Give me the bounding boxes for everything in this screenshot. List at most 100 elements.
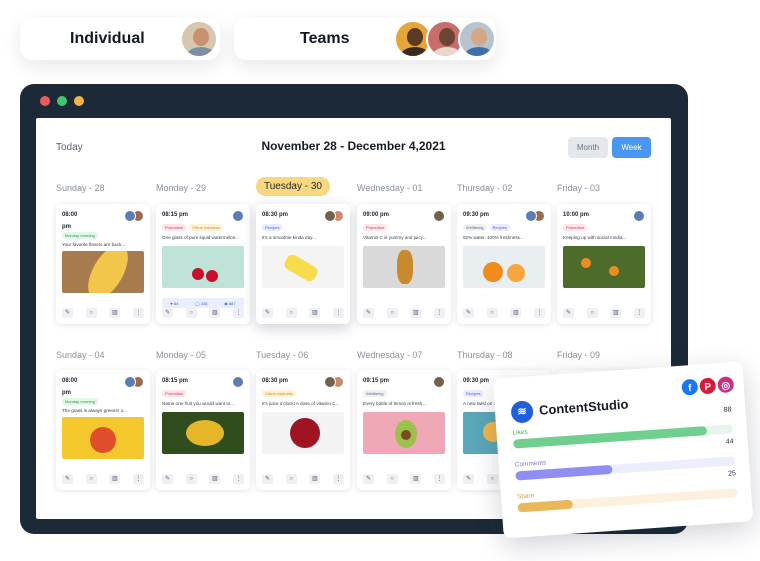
post-tag[interactable]: Citrus madness: [189, 224, 224, 231]
day-header[interactable]: Thursday - 02: [457, 183, 513, 193]
post-tag[interactable]: Wellbeing: [463, 224, 487, 231]
post-card[interactable]: 08:00 pm Monday morning The grass is always…: [56, 370, 150, 490]
day-header[interactable]: Tuesday - 30: [256, 177, 330, 196]
edit-icon[interactable]: ✎: [463, 474, 474, 484]
day-header[interactable]: Friday - 09: [557, 350, 600, 360]
comment-icon[interactable]: ○: [185, 308, 197, 318]
day-header[interactable]: Sunday - 04: [56, 350, 105, 360]
comment-icon[interactable]: ○: [85, 308, 97, 318]
delete-icon[interactable]: ▥: [610, 308, 622, 318]
post-time: 09:15 pm: [363, 378, 390, 384]
day-header[interactable]: Wednesday - 07: [357, 350, 422, 360]
more-icon[interactable]: ⋮: [132, 474, 144, 484]
account-avatar-icon: [433, 376, 445, 388]
post-card[interactable]: 08:00 pm Monday morning Your favorite flavo…: [56, 204, 150, 324]
post-card[interactable]: 10:00 pm Promotion Keeping up with social …: [557, 204, 651, 324]
edit-icon[interactable]: ✎: [363, 474, 374, 484]
comment-icon[interactable]: ○: [285, 308, 297, 318]
post-image: [162, 246, 244, 288]
post-tag[interactable]: Recipes: [489, 224, 510, 231]
post-tag[interactable]: Monday morning: [62, 398, 98, 405]
maximize-dot[interactable]: [74, 96, 84, 106]
comment-icon[interactable]: ○: [386, 474, 398, 484]
more-icon[interactable]: ⋮: [433, 474, 445, 484]
minimize-dot[interactable]: [57, 96, 67, 106]
more-icon[interactable]: ⋮: [433, 308, 445, 318]
account-avatar-icon: [124, 376, 136, 388]
post-caption: Vitamin C is yummy and juicy...: [363, 235, 427, 240]
comment-icon[interactable]: ○: [386, 308, 398, 318]
delete-icon[interactable]: ▥: [109, 474, 121, 484]
post-tag[interactable]: Monday morning: [62, 232, 98, 239]
metric-label: Share: [516, 492, 535, 501]
delete-icon[interactable]: ▥: [209, 474, 221, 484]
post-caption: It's juice o'clock! A dose of vitamin C.…: [262, 401, 340, 406]
instagram-icon[interactable]: ◎: [715, 374, 737, 396]
edit-icon[interactable]: ✎: [463, 308, 474, 318]
post-tag[interactable]: Citrus madness: [262, 390, 296, 397]
comment-icon[interactable]: ○: [486, 474, 498, 484]
comment-icon[interactable]: ○: [85, 474, 97, 484]
metric-value: 44: [725, 438, 734, 446]
post-caption: Name one fruit you would want to...: [162, 401, 235, 406]
post-tag[interactable]: Promotion: [162, 224, 187, 231]
more-icon[interactable]: ⋮: [232, 474, 244, 484]
comment-icon[interactable]: ○: [586, 308, 598, 318]
day-header[interactable]: Friday - 03: [557, 183, 600, 193]
edit-icon[interactable]: ✎: [262, 308, 273, 318]
delete-icon[interactable]: ▥: [410, 308, 422, 318]
more-icon[interactable]: ⋮: [332, 474, 344, 484]
post-card[interactable]: 08:15 pm Promotion Name one fruit you woul…: [156, 370, 250, 490]
comment-icon[interactable]: ○: [486, 308, 498, 318]
comment-icon[interactable]: ○: [285, 474, 297, 484]
edit-icon[interactable]: ✎: [62, 308, 73, 318]
more-icon[interactable]: ⋮: [132, 308, 144, 318]
delete-icon[interactable]: ▥: [109, 308, 121, 318]
day-header[interactable]: Tuesday - 06: [256, 350, 308, 360]
month-view-button[interactable]: Month: [568, 137, 608, 158]
post-image: [363, 246, 445, 288]
comment-icon[interactable]: ○: [185, 474, 197, 484]
post-card[interactable]: 09:15 pm Wellbeing Every bottle of lemon i…: [357, 370, 451, 490]
post-tag[interactable]: Promotion: [563, 224, 588, 231]
edit-icon[interactable]: ✎: [363, 308, 374, 318]
post-card[interactable]: 08:15 pm Promotion Citrus madness One glass…: [156, 204, 250, 324]
post-card[interactable]: 08:30 pm Recipes It's a smoothie kinda day…: [256, 204, 350, 324]
delete-icon[interactable]: ▥: [510, 308, 522, 318]
post-tag[interactable]: Promotion: [363, 224, 388, 231]
post-card[interactable]: 08:30 pm Citrus madness It's juice o'clock…: [256, 370, 350, 490]
post-tag[interactable]: Promotion: [162, 390, 187, 397]
teams-tab[interactable]: Teams: [234, 18, 496, 60]
edit-icon[interactable]: ✎: [262, 474, 273, 484]
edit-icon[interactable]: ✎: [162, 308, 173, 318]
post-tag[interactable]: Wellbeing: [363, 390, 387, 397]
edit-icon[interactable]: ✎: [62, 474, 73, 484]
more-icon[interactable]: ⋮: [533, 308, 545, 318]
more-icon[interactable]: ⋮: [332, 308, 344, 318]
day-header[interactable]: Thursday - 08: [457, 350, 513, 360]
week-view-button[interactable]: Week: [612, 137, 651, 158]
day-header[interactable]: Wednesday - 01: [357, 183, 422, 193]
day-header[interactable]: Monday - 05: [156, 350, 206, 360]
post-time: 09:00 pm: [363, 212, 390, 218]
post-card[interactable]: 09:00 pm Promotion Vitamin C is yummy and …: [357, 204, 451, 324]
delete-icon[interactable]: ▥: [209, 308, 221, 318]
edit-icon[interactable]: ✎: [563, 308, 574, 318]
account-avatar-icon: [124, 210, 136, 222]
close-dot[interactable]: [40, 96, 50, 106]
delete-icon[interactable]: ▥: [410, 474, 422, 484]
more-icon[interactable]: ⋮: [232, 308, 244, 318]
edit-icon[interactable]: ✎: [162, 474, 173, 484]
day-header[interactable]: Monday - 29: [156, 183, 206, 193]
delete-icon[interactable]: ▥: [309, 308, 321, 318]
post-image: [62, 251, 144, 293]
post-time: 08:30 pm: [262, 378, 289, 384]
post-card[interactable]: 09:30 pm Wellbeing Recipes 92% water. 100% …: [457, 204, 551, 324]
post-tag[interactable]: Recipes: [463, 390, 484, 397]
post-tag[interactable]: Recipes: [262, 224, 283, 231]
more-icon[interactable]: ⋮: [633, 308, 645, 318]
individual-tab[interactable]: Individual: [20, 18, 220, 60]
delete-icon[interactable]: ▥: [309, 474, 321, 484]
post-image: [363, 412, 445, 454]
day-header[interactable]: Sunday - 28: [56, 183, 105, 193]
